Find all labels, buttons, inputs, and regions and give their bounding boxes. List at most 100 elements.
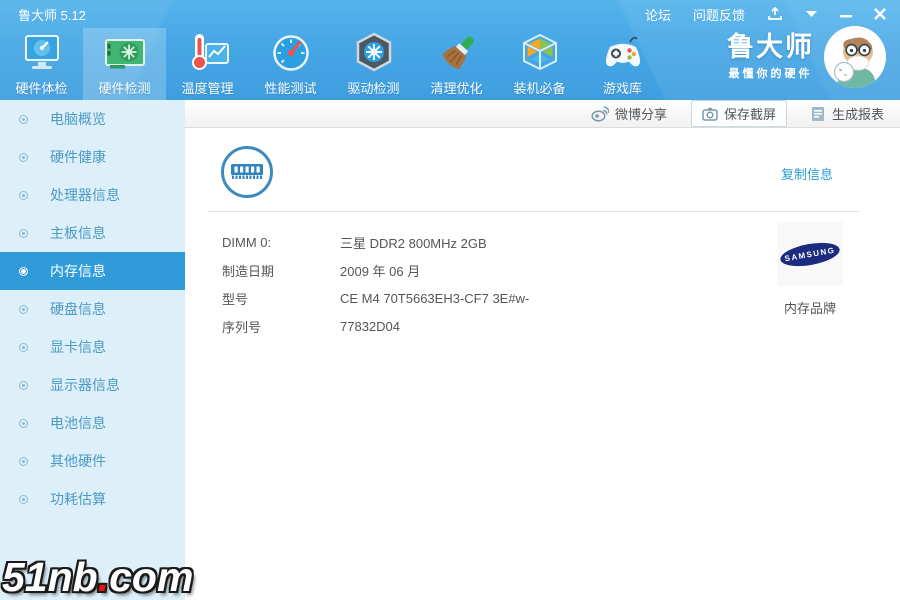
- sidebar-item-power-estimate[interactable]: 功耗估算: [0, 480, 185, 518]
- logo-text: 鲁大师 最懂你的硬件: [727, 31, 814, 82]
- gauge-icon: [268, 31, 314, 77]
- tab-label: 游戏库: [602, 81, 642, 96]
- radio-icon: [19, 342, 28, 352]
- logo-name: 鲁大师: [727, 31, 814, 62]
- generate-report-button[interactable]: 生成报表: [811, 104, 884, 123]
- row-value: CE M4 70T5663EH3-CF7 3E#w-: [340, 290, 530, 306]
- close-icon[interactable]: [874, 8, 886, 20]
- driver-gear-icon: [351, 31, 397, 77]
- weibo-share-button[interactable]: 微博分享: [591, 104, 667, 123]
- tab-hardware-detect[interactable]: 硬件检测: [83, 28, 166, 100]
- sidebar-item-pc-overview[interactable]: 电脑概览: [0, 100, 185, 138]
- brush-icon: [434, 31, 480, 77]
- sidebar-item-hardware-health[interactable]: 硬件健康: [0, 138, 185, 176]
- titlebar: 鲁大师 5.12 论坛 问题反馈: [0, 0, 900, 28]
- radio-icon: [19, 152, 28, 162]
- action-label: 生成报表: [831, 107, 884, 122]
- tab-pc-builder[interactable]: 装机必备: [498, 28, 581, 100]
- action-bar: 微博分享 保存截屏 生成报表: [185, 100, 900, 128]
- radio-icon: [19, 228, 28, 238]
- sidebar-item-label: 内存信息: [50, 263, 106, 279]
- monitor-radar-icon: [19, 31, 65, 77]
- toolbar: 硬件体检 硬件检测 温度管理 性能测试 驱动检测 清理优化 装机必备 游戏库 鲁…: [0, 26, 900, 100]
- row-value: 2009 年 06 月: [340, 263, 421, 279]
- row-label: 制造日期: [222, 263, 275, 279]
- forum-link[interactable]: 论坛: [645, 5, 671, 24]
- tab-game-library[interactable]: 游戏库: [581, 28, 664, 100]
- sidebar-item-label: 电脑概览: [50, 111, 106, 127]
- sidebar-item-display-info[interactable]: 显示器信息: [0, 366, 185, 404]
- radio-icon: [19, 380, 28, 390]
- radio-icon: [19, 304, 28, 314]
- row-value: 三星 DDR2 800MHz 2GB: [340, 235, 487, 251]
- tab-driver-detect[interactable]: 驱动检测: [332, 28, 415, 100]
- toolbar-tabs: 硬件体检 硬件检测 温度管理 性能测试 驱动检测 清理优化 装机必备 游戏库: [0, 28, 664, 100]
- minimize-icon[interactable]: [840, 9, 852, 19]
- feedback-link[interactable]: 问题反馈: [693, 5, 745, 24]
- table-row: 型号 CE M4 70T5663EH3-CF7 3E#w-: [222, 284, 529, 312]
- sidebar-item-motherboard-info[interactable]: 主板信息: [0, 214, 185, 252]
- radio-icon: [19, 456, 28, 466]
- sidebar-item-label: 电池信息: [50, 415, 106, 431]
- tab-benchmark[interactable]: 性能测试: [249, 28, 332, 100]
- tab-hardware-checkup[interactable]: 硬件体检: [0, 28, 83, 100]
- tab-label: 温度管理: [181, 81, 234, 96]
- app-body: 电脑概览 硬件健康 处理器信息 主板信息 内存信息 硬盘信息 显卡信息 显示器信…: [0, 100, 900, 600]
- memory-details: DIMM 0: 三星 DDR2 800MHz 2GB 制造日期 2009 年 0…: [222, 228, 529, 340]
- action-label: 微博分享: [614, 107, 667, 122]
- thermometer-icon: [185, 31, 231, 77]
- sidebar-item-other-hardware[interactable]: 其他硬件: [0, 442, 185, 480]
- radio-icon: [19, 190, 28, 200]
- sidebar: 电脑概览 硬件健康 处理器信息 主板信息 内存信息 硬盘信息 显卡信息 显示器信…: [0, 100, 185, 600]
- table-row: DIMM 0: 三星 DDR2 800MHz 2GB: [222, 228, 529, 256]
- sidebar-item-label: 主板信息: [50, 225, 106, 241]
- tab-label: 性能测试: [264, 81, 317, 96]
- sidebar-item-battery-info[interactable]: 电池信息: [0, 404, 185, 442]
- memory-info-panel: 复制信息 DIMM 0: 三星 DDR2 800MHz 2GB 制造日期 200…: [185, 128, 900, 600]
- sidebar-item-label: 硬盘信息: [50, 301, 106, 317]
- cube-box-icon: [517, 31, 563, 77]
- sidebar-item-label: 功耗估算: [50, 491, 106, 507]
- save-screenshot-button[interactable]: 保存截屏: [690, 100, 787, 127]
- copy-info-link[interactable]: 复制信息: [781, 164, 833, 183]
- row-label: DIMM 0:: [222, 234, 272, 250]
- sidebar-item-memory-info[interactable]: 内存信息: [0, 252, 185, 290]
- header: 鲁大师 5.12 论坛 问题反馈 硬件体检 硬件检测 温度管理 性能测试 驱动检…: [0, 0, 900, 100]
- memory-brand-box: SAMSUNG 内存品牌: [777, 222, 843, 317]
- sidebar-item-label: 其他硬件: [50, 453, 106, 469]
- ram-module-icon: [221, 146, 273, 198]
- sidebar-item-gpu-info[interactable]: 显卡信息: [0, 328, 185, 366]
- tab-cleanup[interactable]: 清理优化: [415, 28, 498, 100]
- sidebar-item-label: 显卡信息: [50, 339, 106, 355]
- row-label: 序列号: [222, 319, 262, 335]
- sidebar-item-label: 处理器信息: [50, 187, 120, 203]
- row-label: 型号: [222, 291, 249, 307]
- radio-icon: [19, 418, 28, 428]
- share-upload-icon[interactable]: [767, 7, 783, 21]
- tab-temperature[interactable]: 温度管理: [166, 28, 249, 100]
- samsung-logo-text: SAMSUNG: [778, 238, 842, 270]
- app-window: 鲁大师 5.12 论坛 问题反馈 硬件体检 硬件检测 温度管理 性能测试 驱动检…: [0, 0, 900, 600]
- memory-brand-caption: 内存品牌: [783, 301, 836, 316]
- main-panel: 微博分享 保存截屏 生成报表 复制信息 DIMM 0: 三星 DDR2 800M…: [185, 100, 900, 600]
- sidebar-item-cpu-info[interactable]: 处理器信息: [0, 176, 185, 214]
- action-label: 保存截屏: [723, 107, 776, 122]
- chevron-down-icon[interactable]: [805, 10, 818, 18]
- radio-icon: [19, 114, 28, 124]
- samsung-logo: SAMSUNG: [777, 222, 843, 286]
- table-row: 制造日期 2009 年 06 月: [222, 256, 529, 284]
- tab-label: 硬件体检: [15, 81, 68, 96]
- sidebar-item-label: 硬件健康: [50, 149, 106, 165]
- gamepad-icon: [600, 31, 646, 77]
- titlebar-actions: 论坛 问题反馈: [645, 5, 886, 24]
- camera-icon: [702, 107, 718, 121]
- sidebar-item-label: 显示器信息: [50, 377, 120, 393]
- table-row: 序列号 77832D04: [222, 312, 529, 340]
- weibo-icon: [591, 106, 609, 122]
- mascot-avatar: [824, 26, 886, 88]
- gpu-card-icon: [102, 31, 148, 77]
- radio-icon: [19, 266, 28, 276]
- section-divider: [208, 211, 860, 212]
- sidebar-item-disk-info[interactable]: 硬盘信息: [0, 290, 185, 328]
- app-title: 鲁大师 5.12: [18, 7, 86, 23]
